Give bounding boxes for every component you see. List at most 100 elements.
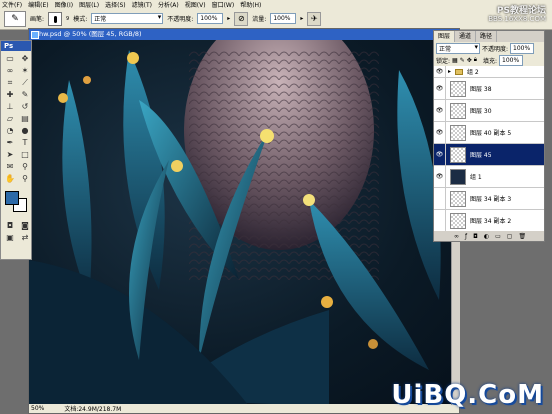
type-tool-icon[interactable]: T — [18, 137, 32, 148]
layers-panel-tabs: 图层 通道 路径 — [434, 31, 544, 42]
visibility-eye-icon[interactable]: 👁︎ — [434, 144, 446, 165]
eyedropper-tool-icon[interactable]: ⚲ — [18, 161, 32, 172]
layer-thumbnail — [450, 102, 466, 119]
foreground-color-swatch[interactable] — [5, 191, 19, 205]
opacity-input[interactable]: 100% — [197, 13, 224, 24]
flow-label: 流量: — [252, 16, 267, 23]
layer-opacity-label: 不透明度: — [482, 45, 509, 53]
brush-size-value: 9 — [66, 15, 70, 22]
brush-preset-picker[interactable] — [48, 11, 63, 26]
canvas[interactable] — [29, 40, 459, 406]
lock-transparency-icon[interactable]: ▦ — [452, 57, 458, 64]
layer-row[interactable]: 👁︎ 组 1 — [434, 166, 544, 188]
layer-thumbnail — [450, 146, 466, 163]
fill-label: 填充: — [482, 57, 497, 65]
layer-blend-mode-select[interactable]: 正常 — [436, 42, 480, 54]
lock-pixels-icon[interactable]: ✎ — [460, 57, 465, 64]
screen-mode-icon[interactable]: ▣ — [3, 232, 17, 243]
dodge-tool-icon[interactable]: ● — [18, 125, 32, 136]
site-watermark: UiBQ.CoM — [391, 380, 544, 410]
history-brush-tool-icon[interactable]: ↺ — [18, 101, 32, 112]
brush-icon: ✎ — [11, 13, 19, 24]
marquee-tool-icon[interactable]: ▭ — [3, 53, 17, 64]
healing-tool-icon[interactable]: ✚ — [3, 89, 17, 100]
layer-style-icon[interactable]: ƒ — [465, 233, 467, 240]
new-group-icon[interactable]: ▭ — [495, 233, 501, 240]
standard-mode-icon[interactable]: ◙ — [18, 220, 32, 231]
layer-fill-value: 100% — [502, 56, 520, 64]
brush-tool-icon[interactable]: ✎ — [18, 89, 32, 100]
mode-select[interactable]: 正常 — [91, 13, 164, 24]
document-window: hw.psd @ 50% (图层 45, RGB/8) 50% 文档:24.9M… — [28, 28, 460, 414]
tab-paths[interactable]: 路径 — [476, 31, 498, 42]
slice-tool-icon[interactable]: ⟋ — [18, 77, 32, 88]
document-title[interactable]: hw.psd @ 50% (图层 45, RGB/8) — [29, 29, 459, 40]
zoom-tool-icon[interactable]: ⚲ — [18, 173, 32, 184]
layer-thumbnail — [450, 80, 466, 97]
blur-tool-icon[interactable]: ◔ — [3, 125, 17, 136]
lasso-tool-icon[interactable]: ∞ — [3, 65, 17, 76]
lock-position-icon[interactable]: ✥ — [467, 57, 472, 64]
airbrush-icon: ✈ — [310, 14, 318, 23]
flow-dropdown-icon[interactable]: ▸ — [300, 15, 303, 22]
imageready-icon[interactable]: ⇄ — [18, 232, 32, 243]
layer-name: 图层 40 副本 5 — [470, 130, 512, 137]
visibility-toggle-empty[interactable] — [434, 188, 446, 209]
tab-channels[interactable]: 通道 — [455, 31, 477, 42]
tab-layers[interactable]: 图层 — [434, 31, 456, 42]
adjustment-layer-icon[interactable]: ◐ — [484, 233, 489, 240]
visibility-eye-icon[interactable]: 👁︎ — [434, 122, 446, 143]
shape-tool-icon[interactable]: □ — [18, 149, 32, 160]
site-logo: PS教程论坛 BBS.16XX8.COM — [454, 1, 550, 29]
quick-mask-icon[interactable]: ◘ — [3, 220, 17, 231]
visibility-toggle-empty[interactable] — [434, 210, 446, 231]
stamp-tool-icon[interactable]: ⊥ — [3, 101, 17, 112]
layer-row[interactable]: 👁︎ 图层 30 — [434, 100, 544, 122]
layer-thumbnail — [450, 212, 466, 229]
layers-lock-row: 锁定: ▦ ✎ ✥ 🔒︎ 填充: 100% — [434, 54, 544, 66]
move-tool-icon[interactable]: ✥ — [18, 53, 32, 64]
visibility-eye-icon[interactable]: 👁︎ — [434, 100, 446, 121]
layer-name: 图层 30 — [470, 108, 492, 115]
notes-tool-icon[interactable]: ✉ — [3, 161, 17, 172]
magic-wand-tool-icon[interactable]: ✶ — [18, 65, 32, 76]
mode-label: 模式: — [73, 16, 88, 23]
layer-row-selected[interactable]: 👁︎ 图层 45 — [434, 144, 544, 166]
toolbox: Ps ▭ ✥ ∞ ✶ ⌗ ⟋ ✚ ✎ ⊥ ↺ ▱ ▤ ◔ ● ✒ T ➤ □ ✉… — [0, 40, 32, 260]
layer-blend-mode-value: 正常 — [439, 45, 452, 53]
tool-preset-picker[interactable]: ✎ — [4, 10, 26, 27]
airbrush-button[interactable]: ✈ — [307, 11, 322, 26]
new-layer-icon[interactable]: ▢ — [507, 233, 513, 240]
zoom-level[interactable]: 50% — [31, 405, 44, 412]
hand-tool-icon[interactable]: ✋ — [3, 173, 17, 184]
layer-thumbnail — [450, 124, 466, 141]
eraser-tool-icon[interactable]: ▱ — [3, 113, 17, 124]
layer-opacity-input[interactable]: 100% — [510, 42, 535, 54]
site-logo-url: BBS.16XX8.COM — [488, 15, 546, 23]
layer-row-group-2[interactable]: 👁︎ ▸ 组 2 — [434, 66, 544, 78]
layers-panel: 图层 通道 路径 正常 不透明度: 100% 锁定: ▦ ✎ ✥ 🔒︎ 填充: … — [433, 30, 545, 242]
pen-tool-icon[interactable]: ✒ — [3, 137, 17, 148]
layer-row[interactable]: 图层 34 副本 2 — [434, 210, 544, 231]
opacity-dropdown-icon[interactable]: ▸ — [227, 15, 230, 22]
link-layers-icon[interactable]: ∞ — [454, 233, 459, 240]
visibility-eye-icon[interactable]: 👁︎ — [434, 78, 446, 99]
pen-pressure-icon: ⊘ — [237, 14, 245, 23]
flow-value: 100% — [273, 15, 291, 22]
pressure-opacity-button[interactable]: ⊘ — [234, 11, 249, 26]
layer-mask-icon[interactable]: ◘ — [473, 233, 478, 240]
layer-thumbnail — [450, 168, 466, 185]
flow-input[interactable]: 100% — [270, 13, 297, 24]
layer-fill-input[interactable]: 100% — [499, 54, 523, 66]
layer-row[interactable]: 图层 34 副本 3 — [434, 188, 544, 210]
visibility-eye-icon[interactable]: 👁︎ — [434, 166, 446, 187]
lock-all-icon[interactable]: 🔒︎ — [474, 56, 477, 64]
gradient-tool-icon[interactable]: ▤ — [18, 113, 32, 124]
expand-arrow-icon[interactable]: ▸ — [448, 68, 451, 75]
visibility-eye-icon[interactable]: 👁︎ — [434, 66, 446, 77]
delete-layer-icon[interactable]: 🗑︎ — [518, 233, 526, 240]
layer-row[interactable]: 👁︎ 图层 40 副本 5 — [434, 122, 544, 144]
path-select-tool-icon[interactable]: ➤ — [3, 149, 17, 160]
layer-row[interactable]: 👁︎ 图层 38 — [434, 78, 544, 100]
crop-tool-icon[interactable]: ⌗ — [3, 77, 17, 88]
